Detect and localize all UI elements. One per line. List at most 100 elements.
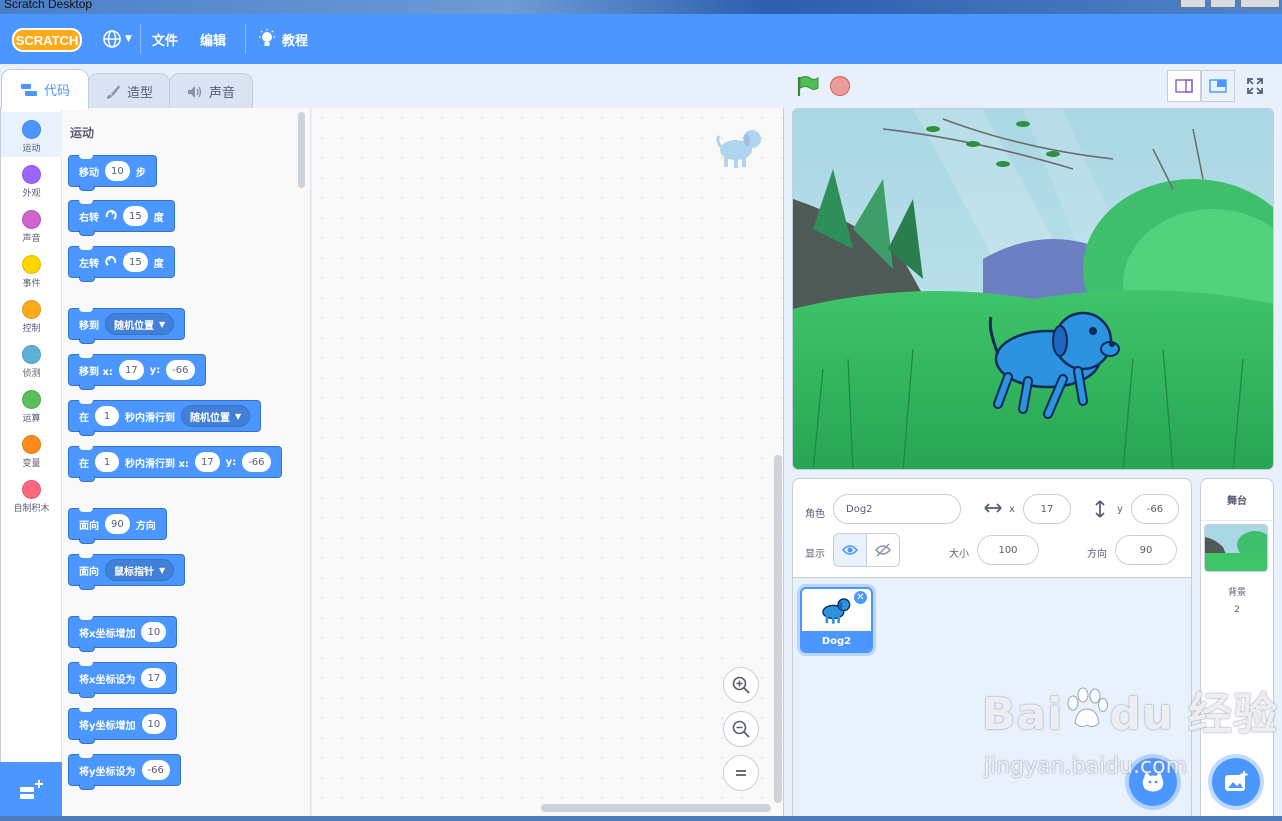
block-text: 在	[79, 412, 89, 424]
block-dropdown[interactable]: 随机位置 ▼	[181, 405, 251, 427]
category-events[interactable]: 事件	[1, 247, 62, 292]
block-input[interactable]: 15	[123, 252, 148, 272]
block-input[interactable]: 10	[141, 714, 167, 734]
script-vertical-scrollbar[interactable]	[774, 455, 782, 803]
block-text: 度	[153, 212, 164, 224]
zoom-in-button[interactable]	[723, 667, 759, 703]
menu-bar: SCRATCH ▼ 文件 编辑 教程	[0, 14, 1282, 64]
category-menu: 运动 外观 声音 事件 控制 侦测 运算 变量 自制积木	[0, 108, 62, 818]
close-window-button[interactable]	[1240, 0, 1280, 8]
block-turn-left[interactable]: 左转 15 度	[68, 246, 175, 282]
block-change-x[interactable]: 将x坐标增加 10	[68, 616, 178, 652]
category-color-dot	[22, 390, 41, 409]
block-input[interactable]: 15	[123, 206, 148, 226]
block-input[interactable]: -66	[141, 760, 170, 780]
category-color-dot	[22, 300, 41, 319]
script-area[interactable]	[312, 108, 784, 818]
y-position-input[interactable]: -66	[1131, 494, 1179, 524]
tab-sounds[interactable]: 声音	[169, 73, 253, 109]
category-label: 外观	[22, 189, 41, 199]
block-dropdown[interactable]: 随机位置 ▼	[105, 313, 175, 335]
os-title-bar: Scratch Desktop	[0, 0, 1282, 14]
size-input[interactable]: 100	[977, 535, 1039, 565]
block-goto-xy[interactable]: 移到 x: 17 y: -66	[68, 354, 206, 390]
block-text: 面向	[79, 520, 99, 532]
block-change-y[interactable]: 将y坐标增加 10	[68, 708, 178, 744]
category-color-dot	[22, 345, 41, 364]
block-input[interactable]: 17	[194, 452, 220, 472]
script-horizontal-scrollbar[interactable]	[541, 804, 771, 812]
category-label: 事件	[22, 279, 41, 289]
block-set-y[interactable]: 将y坐标设为 -66	[68, 754, 181, 790]
tab-code[interactable]: 代码	[1, 69, 89, 109]
maximize-button[interactable]	[1210, 0, 1236, 8]
category-my-blocks[interactable]: 自制积木	[1, 472, 62, 517]
sprite-name-input[interactable]: Dog2	[833, 494, 961, 524]
block-input[interactable]: 10	[141, 622, 167, 642]
dropdown-value: 鼠标指针	[114, 566, 154, 578]
category-looks[interactable]: 外观	[1, 157, 62, 202]
file-menu[interactable]: 文件	[152, 14, 178, 64]
block-text: 秒内滑行到	[125, 412, 175, 424]
block-input[interactable]: -66	[166, 360, 195, 380]
block-set-x[interactable]: 将x坐标设为 17	[68, 662, 178, 698]
block-text: y:	[225, 456, 237, 468]
tab-costumes[interactable]: 造型	[88, 73, 170, 109]
block-text: 移到 x:	[79, 366, 113, 378]
cat-face-icon	[1142, 771, 1164, 792]
sprite-tile-name: Dog2	[802, 631, 871, 651]
category-label: 运算	[22, 414, 41, 424]
block-dropdown[interactable]: 鼠标指针 ▼	[105, 559, 175, 581]
minimize-button[interactable]	[1180, 0, 1206, 8]
block-input[interactable]: 17	[118, 360, 144, 380]
zoom-out-button[interactable]	[723, 711, 759, 747]
y-label: y	[1117, 504, 1123, 515]
backdrop-thumbnail[interactable]	[1204, 524, 1268, 572]
hide-sprite-button[interactable]	[866, 533, 900, 567]
stage-canvas[interactable]	[792, 108, 1274, 470]
choose-sprite-button[interactable]	[1129, 758, 1177, 806]
category-label: 声音	[22, 234, 41, 244]
category-sound[interactable]: 声音	[1, 202, 62, 247]
block-input[interactable]: 1	[95, 452, 119, 472]
direction-input[interactable]: 90	[1115, 535, 1177, 565]
category-control[interactable]: 控制	[1, 292, 62, 337]
category-variables[interactable]: 变量	[1, 427, 62, 472]
block-input[interactable]: 17	[141, 668, 167, 688]
block-glide[interactable]: 在 1 秒内滑行到 随机位置 ▼	[68, 400, 262, 436]
category-label: 控制	[22, 324, 41, 334]
language-menu[interactable]: ▼	[102, 14, 132, 64]
block-point-direction[interactable]: 面向 90 方向	[68, 508, 167, 544]
x-position-input[interactable]: 17	[1023, 494, 1071, 524]
green-flag-button[interactable]	[796, 75, 820, 97]
edit-menu[interactable]: 编辑	[200, 14, 226, 64]
choose-backdrop-button[interactable]	[1212, 758, 1260, 806]
block-input[interactable]: 90	[105, 514, 130, 534]
scratch-logo[interactable]: SCRATCH	[12, 27, 82, 53]
stage-scene	[793, 109, 1273, 469]
add-extension-button[interactable]	[0, 762, 62, 817]
stop-button[interactable]	[830, 76, 850, 96]
small-stage-button[interactable]	[1167, 70, 1201, 102]
fullscreen-button[interactable]	[1238, 70, 1272, 102]
category-sensing[interactable]: 侦测	[1, 337, 62, 382]
block-turn-right[interactable]: 右转 15 度	[68, 200, 175, 236]
zoom-reset-button[interactable]	[723, 755, 759, 791]
block-move-steps[interactable]: 移动 10 步	[68, 155, 157, 191]
block-input[interactable]: -66	[242, 452, 271, 472]
block-goto[interactable]: 移到 随机位置 ▼	[68, 308, 186, 344]
block-input[interactable]: 1	[95, 406, 119, 426]
show-sprite-button[interactable]	[833, 533, 867, 567]
block-input[interactable]: 10	[105, 161, 130, 181]
eye-slash-icon	[875, 543, 891, 557]
delete-sprite-button[interactable]: ✕	[853, 590, 868, 605]
category-color-dot	[22, 255, 41, 274]
block-point-towards[interactable]: 面向 鼠标指针 ▼	[68, 554, 186, 590]
category-operators[interactable]: 运算	[1, 382, 62, 427]
normal-stage-button[interactable]	[1201, 70, 1235, 102]
category-motion[interactable]: 运动	[1, 112, 62, 157]
tutorials-menu[interactable]: 教程	[258, 14, 308, 64]
block-text: 右转	[79, 212, 99, 224]
block-glide-xy[interactable]: 在 1 秒内滑行到 x: 17 y: -66	[68, 446, 282, 482]
palette-scrollbar[interactable]	[298, 112, 305, 188]
